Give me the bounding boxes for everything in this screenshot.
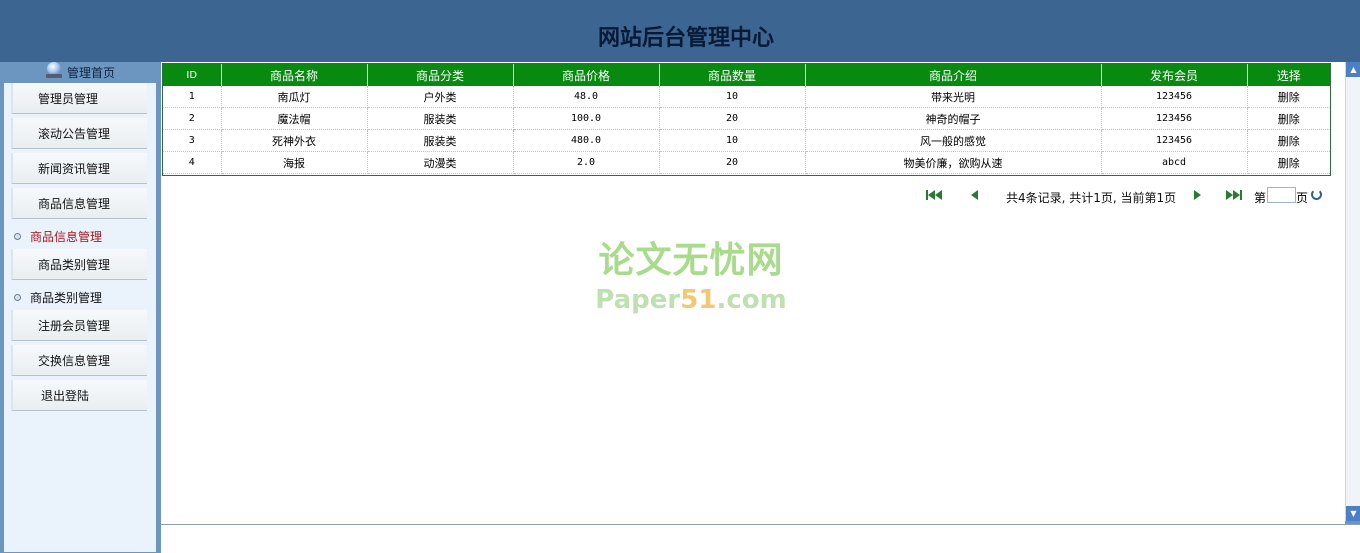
bullet-icon <box>14 293 21 301</box>
bullet-icon <box>14 232 21 240</box>
column-header-action: 选择 <box>1247 64 1330 86</box>
cell-id: 3 <box>163 129 222 152</box>
cell-publisher: abcd <box>1101 151 1248 174</box>
cell-price: 2.0 <box>513 151 660 174</box>
table-row: 1 南瓜灯 户外类 48.0 10 带来光明 123456 删除 <box>163 86 1330 108</box>
cell-quantity: 20 <box>659 151 806 174</box>
sidebar: 管理首页 管理员管理 滚动公告管理 新闻资讯管理 商品信息管理 商品信息管理 商… <box>0 62 160 552</box>
sidebar-item-label: 退出登陆 <box>41 388 90 403</box>
cell-price: 48.0 <box>513 86 660 108</box>
column-header-description: 商品介绍 <box>805 64 1102 86</box>
sidebar-item-category-management[interactable]: 商品类别管理 <box>11 249 147 280</box>
last-page-icon[interactable] <box>1226 190 1242 200</box>
cell-publisher: 123456 <box>1101 129 1248 152</box>
cell-name: 死神外衣 <box>221 129 368 152</box>
cell-publisher: 123456 <box>1101 86 1248 108</box>
cell-name: 海报 <box>221 151 368 174</box>
first-page-icon[interactable] <box>926 190 942 200</box>
sidebar-item-label: 商品信息管理 <box>38 196 111 211</box>
cell-price: 100.0 <box>513 107 660 130</box>
cell-id: 1 <box>163 86 222 108</box>
scroll-down-icon[interactable]: ▼ <box>1346 506 1360 521</box>
watermark-line2: Paper51.com <box>571 285 811 315</box>
cell-description: 风一般的感觉 <box>805 129 1102 152</box>
pagination-info: 共4条记录, 共计1页, 当前第1页 <box>1006 191 1177 205</box>
page-header: 网站后台管理中心 <box>0 0 1360 62</box>
sidebar-home-link[interactable]: 管理首页 <box>0 62 160 83</box>
sidebar-item-product-info-management[interactable]: 商品信息管理 <box>11 188 147 219</box>
cell-description: 物美价廉，欲购从速 <box>805 151 1102 174</box>
column-header-id: ID <box>163 64 222 86</box>
sidebar-item-label: 滚动公告管理 <box>38 126 111 141</box>
cell-id: 2 <box>163 107 222 130</box>
watermark-part: .com <box>716 285 787 315</box>
scroll-up-icon[interactable]: ▲ <box>1346 62 1360 77</box>
cell-name: 魔法帽 <box>221 107 368 130</box>
table-row: 3 死神外衣 服装类 480.0 10 风一般的感觉 123456 删除 <box>163 129 1330 152</box>
table-row: 2 魔法帽 服装类 100.0 20 神奇的帽子 123456 删除 <box>163 107 1330 130</box>
cell-category: 服装类 <box>367 129 514 152</box>
column-header-price: 商品价格 <box>513 64 660 86</box>
sidebar-item-label: 交换信息管理 <box>38 353 111 368</box>
cell-description: 带来光明 <box>805 86 1102 108</box>
column-header-name: 商品名称 <box>221 64 368 86</box>
cell-category: 服装类 <box>367 107 514 130</box>
delete-link[interactable]: 删除 <box>1247 86 1330 108</box>
watermark-part: 51 <box>680 285 717 315</box>
table-header-row: ID 商品名称 商品分类 商品价格 商品数量 商品介绍 发布会员 选择 <box>163 64 1330 86</box>
column-header-quantity: 商品数量 <box>659 64 806 86</box>
sidebar-item-label: 新闻资讯管理 <box>38 161 111 176</box>
next-page-icon[interactable] <box>1194 190 1201 200</box>
cell-id: 4 <box>163 151 222 174</box>
sidebar-item-news-management[interactable]: 新闻资讯管理 <box>11 153 147 184</box>
sidebar-item-announcement-management[interactable]: 滚动公告管理 <box>11 118 147 149</box>
sidebar-item-logout[interactable]: 退出登陆 <box>11 380 147 411</box>
globe-computer-icon <box>45 62 63 79</box>
page-number-input[interactable] <box>1267 187 1296 203</box>
go-refresh-icon[interactable] <box>1311 189 1322 200</box>
previous-page-icon[interactable] <box>971 190 978 200</box>
sidebar-subitem-label: 商品信息管理 <box>30 229 103 244</box>
delete-link[interactable]: 删除 <box>1247 107 1330 130</box>
sidebar-item-label: 管理员管理 <box>38 91 99 106</box>
sidebar-item-admin-management[interactable]: 管理员管理 <box>11 83 147 114</box>
sidebar-home-label: 管理首页 <box>66 66 115 80</box>
cell-description: 神奇的帽子 <box>805 107 1102 130</box>
sidebar-item-exchange-management[interactable]: 交换信息管理 <box>11 345 147 376</box>
pagination: 共4条记录, 共计1页, 当前第1页 第 页 <box>926 187 1346 205</box>
sidebar-subitem-category[interactable]: 商品类别管理 <box>14 287 102 307</box>
vertical-scrollbar[interactable]: ▲ ▼ <box>1345 62 1360 521</box>
cell-category: 户外类 <box>367 86 514 108</box>
page-suffix: 页 <box>1296 191 1309 205</box>
product-table-container: ID 商品名称 商品分类 商品价格 商品数量 商品介绍 发布会员 选择 1 南瓜… <box>162 63 1331 176</box>
sidebar-item-label: 商品类别管理 <box>38 257 111 272</box>
sidebar-item-label: 注册会员管理 <box>38 318 111 333</box>
product-table: ID 商品名称 商品分类 商品价格 商品数量 商品介绍 发布会员 选择 1 南瓜… <box>163 64 1330 174</box>
cell-quantity: 10 <box>659 129 806 152</box>
sidebar-subitem-label: 商品类别管理 <box>30 290 103 305</box>
sidebar-item-member-management[interactable]: 注册会员管理 <box>11 310 147 341</box>
delete-link[interactable]: 删除 <box>1247 129 1330 152</box>
bottom-frame <box>161 524 1360 553</box>
sidebar-subitem-product-info[interactable]: 商品信息管理 <box>14 226 102 246</box>
cell-quantity: 10 <box>659 86 806 108</box>
watermark-line1: 论文无忧网 <box>598 240 784 281</box>
page-title: 网站后台管理中心 <box>597 25 774 51</box>
delete-link[interactable]: 删除 <box>1247 151 1330 174</box>
column-header-publisher: 发布会员 <box>1101 64 1248 86</box>
watermark-part: Paper <box>595 285 681 315</box>
cell-category: 动漫类 <box>367 151 514 174</box>
cell-price: 480.0 <box>513 129 660 152</box>
watermark: 论文无忧网 Paper51.com <box>571 237 811 315</box>
page-prefix: 第 <box>1254 191 1267 205</box>
sidebar-menu: 管理员管理 滚动公告管理 新闻资讯管理 商品信息管理 商品信息管理 商品类别管理… <box>4 83 156 552</box>
cell-quantity: 20 <box>659 107 806 130</box>
table-row: 4 海报 动漫类 2.0 20 物美价廉，欲购从速 abcd 删除 <box>163 151 1330 174</box>
column-header-category: 商品分类 <box>367 64 514 86</box>
main-content: ID 商品名称 商品分类 商品价格 商品数量 商品介绍 发布会员 选择 1 南瓜… <box>161 62 1345 524</box>
cell-name: 南瓜灯 <box>221 86 368 108</box>
cell-publisher: 123456 <box>1101 107 1248 130</box>
